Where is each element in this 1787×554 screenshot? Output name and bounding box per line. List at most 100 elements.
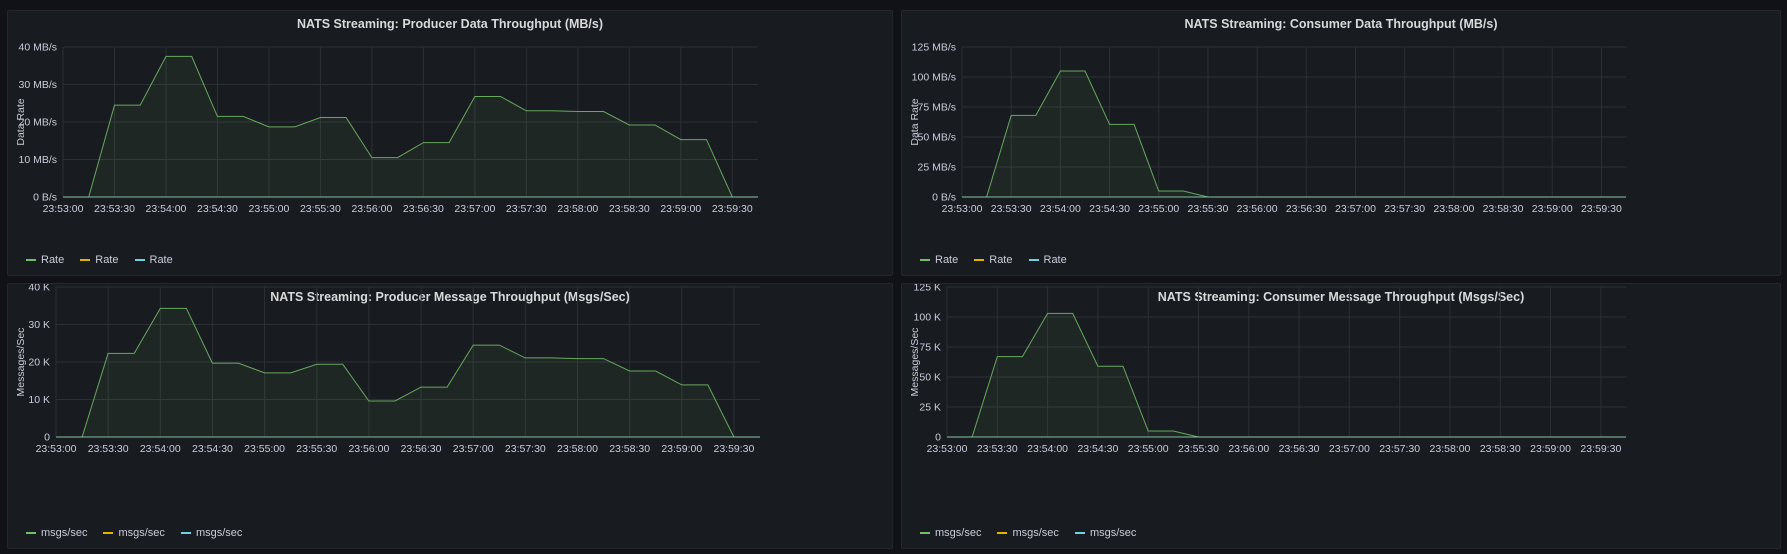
- x-tick-label: 23:54:00: [1040, 203, 1081, 215]
- x-tick-label: 23:56:00: [1237, 203, 1278, 215]
- y-tick-label: 125 K: [914, 284, 941, 294]
- y-tick-label: 100 MB/s: [912, 72, 956, 84]
- y-tick-label: 25 K: [919, 402, 941, 414]
- x-tick-label: 23:54:30: [1089, 203, 1130, 215]
- y-tick-label: 40 K: [28, 284, 50, 294]
- legend-label: Rate: [989, 254, 1013, 266]
- y-axis-label: Data Rate: [909, 98, 921, 145]
- x-tick-label: 23:58:00: [1430, 443, 1471, 455]
- x-tick-label: 23:55:00: [1138, 203, 1179, 215]
- legend-item-yellow[interactable]: Rate: [974, 254, 1013, 266]
- x-tick-label: 23:58:00: [557, 203, 598, 215]
- legend: msgs/sec msgs/sec msgs/sec: [26, 527, 242, 539]
- x-tick-label: 23:57:00: [454, 203, 495, 215]
- series-area: [962, 71, 1626, 197]
- legend-label: msgs/sec: [935, 527, 982, 539]
- legend-swatch: [920, 259, 930, 261]
- x-tick-label: 23:56:30: [401, 443, 442, 455]
- y-tick-label: 0: [935, 432, 941, 444]
- panel-producer-data-throughput[interactable]: NATS Streaming: Producer Data Throughput…: [7, 10, 893, 276]
- chart-consumer-message-throughput: 0 25 K 50 K 75 K 100 K 125 K 23:53:00 23:53:30 2…: [909, 284, 1626, 455]
- series-area: [947, 313, 1626, 437]
- x-tick-label: 23:59:00: [661, 443, 702, 455]
- legend-item-green[interactable]: Rate: [26, 254, 64, 266]
- x-tick-label: 23:58:00: [557, 443, 598, 455]
- x-tick-label: 23:53:30: [88, 443, 129, 455]
- legend-swatch: [26, 259, 36, 261]
- y-tick-label: 0: [44, 432, 50, 444]
- x-tick-label: 23:57:30: [1384, 203, 1425, 215]
- legend-label: msgs/sec: [195, 527, 243, 539]
- y-tick-label: 30 MB/s: [18, 79, 57, 91]
- series-area: [56, 308, 760, 437]
- legend-label: Rate: [41, 254, 65, 266]
- x-tick-label: 23:57:30: [506, 203, 547, 215]
- y-tick-label: 10 K: [28, 394, 50, 406]
- legend-label: Rate: [1043, 254, 1067, 266]
- legend-label: Rate: [149, 254, 173, 266]
- x-tick-label: 23:54:30: [197, 203, 238, 215]
- x-tick-label: 23:55:30: [300, 203, 341, 215]
- x-tick-label: 23:59:00: [660, 203, 701, 215]
- x-tick-label: 23:56:00: [351, 203, 392, 215]
- legend-item-yellow[interactable]: Rate: [80, 254, 119, 266]
- y-axis-label: Messages/Sec: [15, 328, 27, 397]
- x-tick-label: 23:59:30: [1580, 443, 1621, 455]
- x-tick-label: 23:55:30: [1178, 443, 1219, 455]
- chart-producer-message-throughput: 0 10 K 20 K 30 K 40 K 23:53:00 23:53:30 23:54:0…: [15, 284, 760, 455]
- legend-swatch: [103, 532, 114, 534]
- series-area: [63, 56, 758, 198]
- x-tick-label: 23:54:00: [140, 443, 181, 455]
- legend-swatch: [997, 532, 1008, 534]
- y-tick-label: 25 MB/s: [917, 162, 956, 174]
- x-tick-label: 23:53:30: [991, 203, 1032, 215]
- x-tick-label: 23:58:30: [1480, 443, 1521, 455]
- y-tick-label: 10 MB/s: [18, 154, 57, 166]
- chart-consumer-data-throughput: 0 B/s 25 MB/s 50 MB/s 75 MB/s 100 MB/s 125 MB…: [909, 42, 1626, 215]
- x-tick-label: 23:53:00: [942, 203, 983, 215]
- legend-item-yellow[interactable]: msgs/sec: [997, 527, 1059, 539]
- legend-item-yellow[interactable]: msgs/sec: [103, 527, 165, 539]
- x-tick-label: 23:56:30: [1286, 203, 1327, 215]
- legend-item-teal[interactable]: Rate: [1028, 254, 1067, 266]
- legend-item-teal[interactable]: Rate: [134, 254, 173, 266]
- legend-swatch: [920, 532, 930, 534]
- x-tick-label: 23:58:30: [609, 203, 650, 215]
- legend-swatch: [80, 259, 91, 261]
- y-tick-label: 50 K: [919, 372, 941, 384]
- y-tick-label: 50 MB/s: [917, 132, 956, 144]
- panel-consumer-message-throughput[interactable]: NATS Streaming: Consumer Message Through…: [901, 283, 1781, 549]
- y-tick-label: 75 K: [919, 342, 941, 354]
- x-tick-label: 23:57:00: [453, 443, 494, 455]
- x-tick-label: 23:57:00: [1335, 203, 1376, 215]
- panel-consumer-data-throughput[interactable]: NATS Streaming: Consumer Data Throughput…: [901, 10, 1781, 276]
- legend-item-teal[interactable]: msgs/sec: [180, 527, 243, 539]
- legend-label: msgs/sec: [41, 527, 88, 539]
- legend-item-teal[interactable]: msgs/sec: [1074, 527, 1136, 539]
- x-tick-label: 23:55:30: [296, 443, 337, 455]
- x-tick-label: 23:58:00: [1433, 203, 1474, 215]
- y-tick-label: 20 K: [28, 357, 50, 369]
- y-axis-label: Messages/Sec: [909, 328, 921, 397]
- x-tick-label: 23:59:30: [713, 443, 754, 455]
- legend: Rate Rate Rate: [920, 254, 1067, 266]
- legend-swatch: [974, 259, 985, 261]
- legend-item-green[interactable]: msgs/sec: [920, 527, 981, 539]
- y-tick-label: 100 K: [914, 312, 941, 324]
- x-tick-label: 23:59:00: [1530, 443, 1571, 455]
- x-tick-label: 23:58:30: [1483, 203, 1524, 215]
- panel-producer-message-throughput[interactable]: NATS Streaming: Producer Message Through…: [7, 283, 893, 549]
- x-tick-label: 23:53:00: [36, 443, 77, 455]
- x-tick-label: 23:54:00: [1027, 443, 1068, 455]
- legend-label: Rate: [935, 254, 959, 266]
- legend-item-green[interactable]: msgs/sec: [26, 527, 87, 539]
- legend: Rate Rate Rate: [26, 254, 173, 266]
- x-tick-label: 23:55:30: [1187, 203, 1228, 215]
- x-tick-label: 23:59:30: [712, 203, 753, 215]
- x-tick-label: 23:55:00: [248, 203, 289, 215]
- x-tick-label: 23:54:30: [1077, 443, 1118, 455]
- legend-item-green[interactable]: Rate: [920, 254, 958, 266]
- y-tick-label: 30 K: [28, 319, 50, 331]
- legend-label: msgs/sec: [118, 527, 165, 539]
- x-tick-label: 23:55:00: [244, 443, 285, 455]
